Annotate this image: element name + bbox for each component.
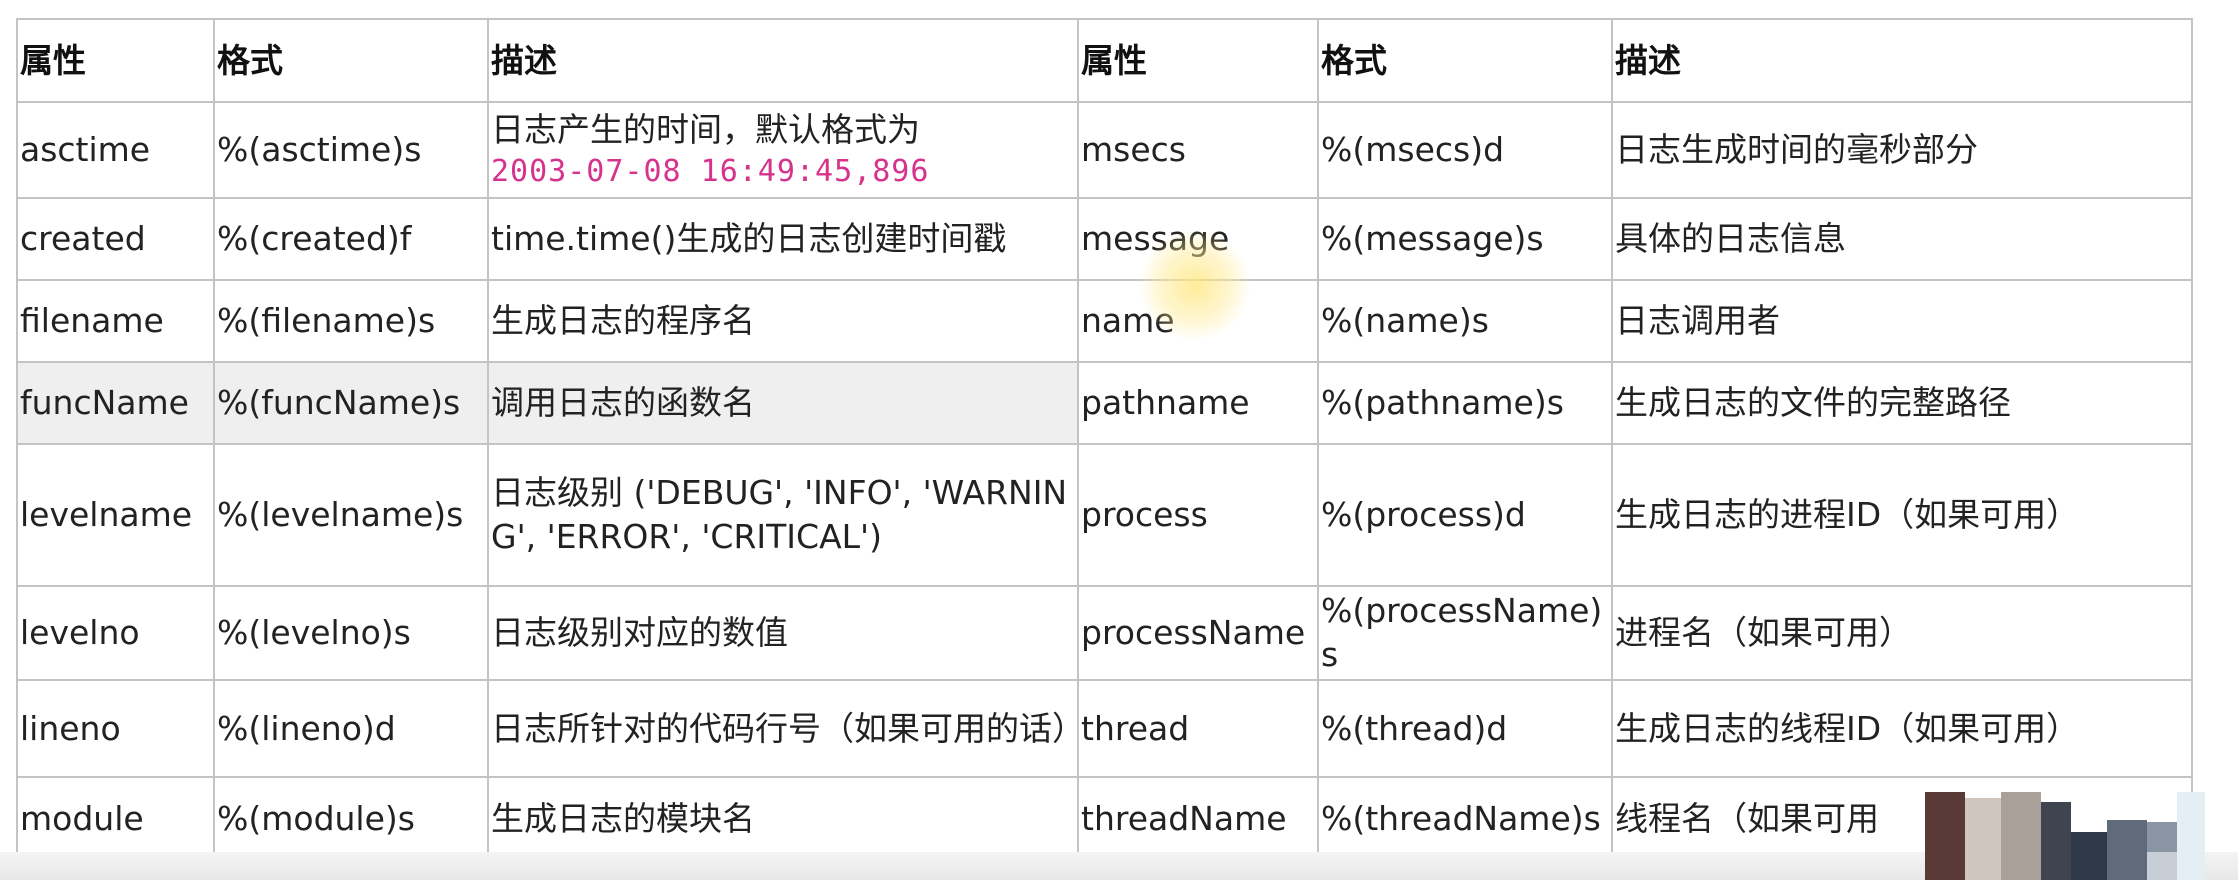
cell-format: %(filename)s: [213, 279, 489, 363]
cell-attribute: levelname: [16, 443, 215, 587]
cell-description: 生成日志的程序名: [487, 279, 1079, 363]
header-attribute-1: 属性: [16, 18, 215, 103]
cell-description: 日志调用者: [1611, 279, 2193, 363]
cell-attribute: threadName: [1077, 776, 1319, 862]
cell-format: %(created)f: [213, 197, 489, 281]
table-row: created %(created)f time.time()生成的日志创建时间…: [16, 197, 2193, 281]
cell-attribute: msecs: [1077, 101, 1319, 199]
cell-format: %(message)s: [1317, 197, 1613, 281]
cell-attribute: created: [16, 197, 215, 281]
cell-format: %(levelno)s: [213, 585, 489, 681]
cell-description: 具体的日志信息: [1611, 197, 2193, 281]
cell-attribute: module: [16, 776, 215, 862]
bottom-edge: [0, 852, 2238, 880]
cell-format: %(funcName)s: [213, 361, 489, 445]
cell-description: 调用日志的函数名: [487, 361, 1079, 445]
cell-description: 线程名（如果可用: [1611, 776, 2193, 862]
table-row: lineno %(lineno)d 日志所针对的代码行号（如果可用的话） thr…: [16, 679, 2193, 778]
cell-attribute: lineno: [16, 679, 215, 778]
header-format-2: 格式: [1317, 18, 1613, 103]
header-attribute-2: 属性: [1077, 18, 1319, 103]
cell-format: %(process)d: [1317, 443, 1613, 587]
header-format-1: 格式: [213, 18, 489, 103]
cell-description: 日志级别 ('DEBUG', 'INFO', 'WARNING', 'ERROR…: [487, 443, 1079, 587]
cell-format: %(asctime)s: [213, 101, 489, 199]
cell-format: %(name)s: [1317, 279, 1613, 363]
cell-format: %(lineno)d: [213, 679, 489, 778]
cell-description: 日志生成时间的毫秒部分: [1611, 101, 2193, 199]
cell-description: 生成日志的模块名: [487, 776, 1079, 862]
cell-format: %(module)s: [213, 776, 489, 862]
cell-attribute: name: [1077, 279, 1319, 363]
header-description-2: 描述: [1611, 18, 2193, 103]
cell-attribute: funcName: [16, 361, 215, 445]
cell-attribute: processName: [1077, 585, 1319, 681]
cell-attribute: asctime: [16, 101, 215, 199]
cell-format: %(processName)s: [1317, 585, 1613, 681]
cell-attribute: levelno: [16, 585, 215, 681]
cell-attribute: filename: [16, 279, 215, 363]
cell-attribute: pathname: [1077, 361, 1319, 445]
cell-description: 日志产生的时间，默认格式为 2003-07-08 16:49:45,896: [487, 101, 1079, 199]
page: 属性 格式 描述 属性 格式 描述 asctime %(asctime)s 日志…: [0, 0, 2238, 880]
cell-description: 生成日志的进程ID（如果可用）: [1611, 443, 2193, 587]
table-body: asctime %(asctime)s 日志产生的时间，默认格式为 2003-0…: [16, 101, 2193, 862]
cell-description: 日志级别对应的数值: [487, 585, 1079, 681]
cell-description: 生成日志的线程ID（如果可用）: [1611, 679, 2193, 778]
table-header: 属性 格式 描述 属性 格式 描述: [16, 18, 2193, 103]
cell-attribute: message: [1077, 197, 1319, 281]
cell-attribute: process: [1077, 443, 1319, 587]
cell-format: %(msecs)d: [1317, 101, 1613, 199]
table-row: levelname %(levelname)s 日志级别 ('DEBUG', '…: [16, 443, 2193, 587]
header-row: 属性 格式 描述 属性 格式 描述: [16, 18, 2193, 103]
default-time-format-example: 2003-07-08 16:49:45,896: [491, 154, 930, 189]
cell-description: 进程名（如果可用）: [1611, 585, 2193, 681]
cell-description: time.time()生成的日志创建时间戳: [487, 197, 1079, 281]
table-row: asctime %(asctime)s 日志产生的时间，默认格式为 2003-0…: [16, 101, 2193, 199]
cell-format: %(threadName)s: [1317, 776, 1613, 862]
log-format-attributes-table: 属性 格式 描述 属性 格式 描述 asctime %(asctime)s 日志…: [16, 18, 2193, 862]
table-row: filename %(filename)s 生成日志的程序名 name %(na…: [16, 279, 2193, 363]
table-row: levelno %(levelno)s 日志级别对应的数值 processNam…: [16, 585, 2193, 681]
cell-description: 日志所针对的代码行号（如果可用的话）: [487, 679, 1079, 778]
table-row: funcName %(funcName)s 调用日志的函数名 pathname …: [16, 361, 2193, 445]
cell-format: %(thread)d: [1317, 679, 1613, 778]
table-row: module %(module)s 生成日志的模块名 threadName %(…: [16, 776, 2193, 862]
cell-format: %(pathname)s: [1317, 361, 1613, 445]
cell-description: 生成日志的文件的完整路径: [1611, 361, 2193, 445]
description-text: 日志产生的时间，默认格式为: [491, 110, 920, 149]
cell-format: %(levelname)s: [213, 443, 489, 587]
header-description-1: 描述: [487, 18, 1079, 103]
cell-attribute: thread: [1077, 679, 1319, 778]
